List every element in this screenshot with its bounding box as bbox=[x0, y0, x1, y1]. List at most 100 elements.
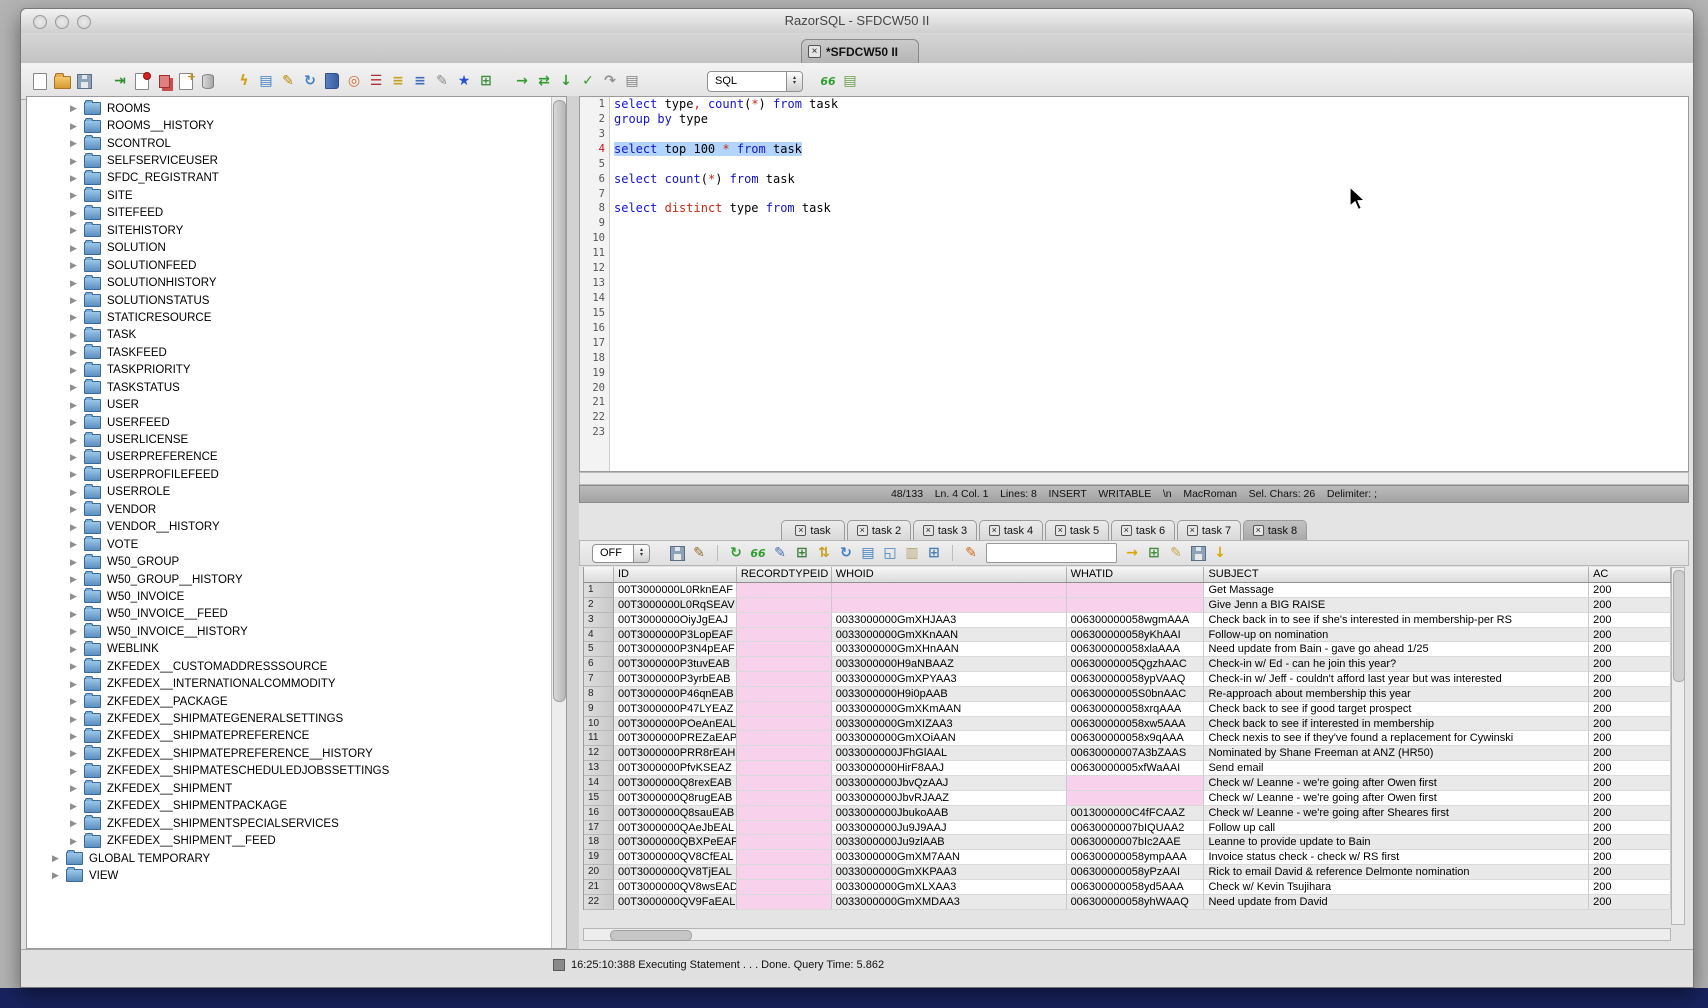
tree-item-userprofilefeed[interactable]: ▶USERPROFILEFEED bbox=[27, 466, 566, 483]
grid-cell[interactable]: 006300000058yPzAAI bbox=[1067, 865, 1205, 880]
grid-cell[interactable]: 200 bbox=[1589, 672, 1671, 687]
grid-cell[interactable]: 200 bbox=[1589, 657, 1671, 672]
grid-hscroll-thumb[interactable] bbox=[610, 930, 692, 941]
save-file-button[interactable] bbox=[74, 71, 94, 91]
grid-cell[interactable]: 0033000000HirF8AAJ bbox=[832, 761, 1067, 776]
grid-cell[interactable]: 0033000000GmXHJAA3 bbox=[832, 613, 1067, 628]
title-bar[interactable]: RazorSQL - SFDCW50 II bbox=[21, 9, 1693, 34]
results-search-input[interactable] bbox=[986, 543, 1117, 563]
disclosure-triangle-icon[interactable]: ▶ bbox=[70, 138, 80, 149]
fetch-next-button[interactable]: ↓ bbox=[556, 71, 576, 91]
grid-cell[interactable]: Rick to email David & reference Delmonte… bbox=[1204, 865, 1589, 880]
tree-item-zkfedex-internationalcommodity[interactable]: ▶ZKFEDEX__INTERNATIONALCOMMODITY bbox=[27, 675, 566, 692]
grid-cell[interactable] bbox=[737, 865, 832, 880]
new-connection-button[interactable] bbox=[132, 71, 152, 91]
grid-cell[interactable]: 00630000007bIc2AAE bbox=[1067, 835, 1205, 850]
tree-item-w50-invoice[interactable]: ▶W50_INVOICE bbox=[27, 588, 566, 605]
result-tab-task-2[interactable]: ×task 2 bbox=[847, 520, 911, 540]
column-header-subject[interactable]: SUBJECT bbox=[1204, 567, 1589, 582]
tree-item-zkfedex-customaddresssource[interactable]: ▶ZKFEDEX__CUSTOMADDRESSSOURCE bbox=[27, 658, 566, 675]
grid-cell[interactable]: 006300000058ypVAAQ bbox=[1067, 672, 1205, 687]
grid-cell[interactable]: 0033000000GmXMDAA3 bbox=[832, 895, 1067, 910]
tree-item-zkfedex-shipmentspecialservices[interactable]: ▶ZKFEDEX__SHIPMENTSPECIALSERVICES bbox=[27, 815, 566, 832]
grid-cell[interactable]: Leanne to provide update to Bain bbox=[1204, 835, 1589, 850]
tree-item-weblink[interactable]: ▶WEBLINK bbox=[27, 641, 566, 658]
close-tab-icon[interactable]: × bbox=[1055, 525, 1066, 536]
disclosure-triangle-icon[interactable]: ▶ bbox=[70, 312, 80, 323]
tree-item-w50-invoice-feed[interactable]: ▶W50_INVOICE__FEED bbox=[27, 606, 566, 623]
row-number-cell[interactable]: 4 bbox=[584, 628, 614, 643]
tree-item-solution[interactable]: ▶SOLUTION bbox=[27, 240, 566, 257]
grid-cell[interactable] bbox=[737, 731, 832, 746]
tree-scrollbar-thumb[interactable] bbox=[553, 100, 566, 702]
row-number-cell[interactable]: 6 bbox=[584, 657, 614, 672]
grid-cell[interactable]: Check-in w/ Jeff - couldn't afford last … bbox=[1204, 672, 1589, 687]
grid-cell[interactable]: 0033000000GmXKPAA3 bbox=[832, 865, 1067, 880]
tree-item-userfeed[interactable]: ▶USERFEED bbox=[27, 414, 566, 431]
tree-item-zkfedex-shipmentpackage[interactable]: ▶ZKFEDEX__SHIPMENTPACKAGE bbox=[27, 798, 566, 815]
grid-cell[interactable]: Check nexis to see if they've found a re… bbox=[1204, 731, 1589, 746]
grid-cell[interactable]: 00T3000000QBXPeEAP bbox=[614, 835, 737, 850]
column-header-ac[interactable]: AC bbox=[1589, 567, 1671, 582]
execute-all-button[interactable]: ⇄ bbox=[534, 71, 554, 91]
disclosure-triangle-icon[interactable]: ▶ bbox=[70, 452, 80, 463]
tree-item-global-temporary[interactable]: ▶GLOBAL TEMPORARY bbox=[27, 850, 566, 867]
open-file-button[interactable] bbox=[52, 71, 72, 91]
tree-item-zkfedex-shipment[interactable]: ▶ZKFEDEX__SHIPMENT bbox=[27, 780, 566, 797]
grid-cell[interactable] bbox=[737, 657, 832, 672]
row-number-cell[interactable]: 19 bbox=[584, 850, 614, 865]
save-results-button[interactable] bbox=[667, 543, 687, 563]
grid-cell[interactable]: 200 bbox=[1589, 583, 1671, 598]
tree-item-zkfedex-package[interactable]: ▶ZKFEDEX__PACKAGE bbox=[27, 693, 566, 710]
copy-table-button[interactable]: ⊞ bbox=[924, 543, 944, 563]
close-tab-icon[interactable]: × bbox=[923, 525, 934, 536]
grid-cell[interactable]: 00630000007A3bZAAS bbox=[1067, 746, 1205, 761]
grid-cell[interactable]: Check w/ Kevin Tsujihara bbox=[1204, 880, 1589, 895]
grid-cell[interactable]: Re-approach about membership this year bbox=[1204, 687, 1589, 702]
close-tab-icon[interactable]: × bbox=[1187, 525, 1198, 536]
grid-cell[interactable]: 0033000000GmXOiAAN bbox=[832, 731, 1067, 746]
expand-tree-button[interactable]: ⊞ bbox=[792, 543, 812, 563]
disclosure-triangle-icon[interactable]: ▶ bbox=[70, 225, 80, 236]
grid-cell[interactable]: 00T3000000P3LopEAF bbox=[614, 628, 737, 643]
grid-cell[interactable]: 0033000000H9aNBAAZ bbox=[832, 657, 1067, 672]
tree-item-userrole[interactable]: ▶USERROLE bbox=[27, 484, 566, 501]
grid-cell[interactable] bbox=[737, 687, 832, 702]
grid-cell[interactable] bbox=[737, 717, 832, 732]
disclosure-triangle-icon[interactable]: ▶ bbox=[70, 382, 80, 393]
close-tab-icon[interactable]: × bbox=[989, 525, 1000, 536]
disclosure-triangle-icon[interactable]: ▶ bbox=[70, 591, 80, 602]
add-document-button[interactable]: + bbox=[176, 71, 196, 91]
reference-book-button[interactable] bbox=[322, 71, 342, 91]
disclosure-triangle-icon[interactable]: ▶ bbox=[70, 696, 80, 707]
tree-item-user[interactable]: ▶USER bbox=[27, 396, 566, 413]
grid-cell[interactable]: 00T3000000Q8rugEAB bbox=[614, 791, 737, 806]
grid-cell[interactable]: 00630000005xfWaAAI bbox=[1067, 761, 1205, 776]
disclosure-triangle-icon[interactable]: ▶ bbox=[70, 783, 80, 794]
grid-cell[interactable]: 0033000000GmXHnAAN bbox=[832, 642, 1067, 657]
grid-cell[interactable]: 00T3000000P47LYEAZ bbox=[614, 702, 737, 717]
view-log-button[interactable]: ▤ bbox=[622, 71, 642, 91]
row-number-cell[interactable]: 11 bbox=[584, 731, 614, 746]
grid-cell[interactable]: Invoice status check - check w/ RS first bbox=[1204, 850, 1589, 865]
grid-cell[interactable] bbox=[1067, 583, 1205, 598]
tree-item-vendor-history[interactable]: ▶VENDOR__HISTORY bbox=[27, 519, 566, 536]
grid-cell[interactable]: 0033000000GmXPYAA3 bbox=[832, 672, 1067, 687]
tree-item-scontrol[interactable]: ▶SCONTROL bbox=[27, 135, 566, 152]
disclosure-triangle-icon[interactable]: ▶ bbox=[70, 557, 80, 568]
grid-cell[interactable]: 200 bbox=[1589, 702, 1671, 717]
highlight-pen-button[interactable]: ✎ bbox=[961, 543, 981, 563]
download-arrow-button[interactable]: ↓ bbox=[1210, 543, 1230, 563]
grid-cell[interactable]: 200 bbox=[1589, 895, 1671, 910]
grid-cell[interactable]: 0033000000Ju9J9AAJ bbox=[832, 821, 1067, 836]
disclosure-triangle-icon[interactable]: ▶ bbox=[52, 870, 62, 881]
result-list-button[interactable]: ☰ bbox=[366, 71, 386, 91]
row-number-cell[interactable]: 21 bbox=[584, 880, 614, 895]
disclosure-triangle-icon[interactable]: ▶ bbox=[70, 539, 80, 550]
close-tab-icon[interactable]: × bbox=[1121, 525, 1132, 536]
column-header-id[interactable]: ID bbox=[614, 567, 737, 582]
rollback-button[interactable]: ↷ bbox=[600, 71, 620, 91]
grid-cell[interactable]: 0033000000JbukoAAB bbox=[832, 806, 1067, 821]
row-number-cell[interactable]: 14 bbox=[584, 776, 614, 791]
grid-cell[interactable]: 200 bbox=[1589, 821, 1671, 836]
